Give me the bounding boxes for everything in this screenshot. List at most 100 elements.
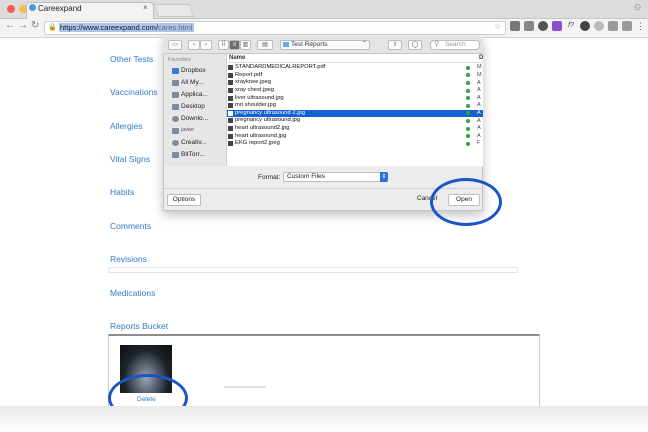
forward-icon[interactable]: → <box>18 20 28 31</box>
sidebar-item-vaccinations[interactable]: Vaccinations <box>110 87 158 97</box>
sidebar-item-reports-bucket[interactable]: Reports Bucket <box>110 321 168 331</box>
page-bottom-fade <box>0 406 648 432</box>
header-divider <box>227 62 483 63</box>
file-kind: A <box>477 94 481 101</box>
file-name: xray chest.jpeg <box>235 87 274 93</box>
upload-progress-bar <box>224 386 266 388</box>
creative-cloud-icon <box>172 140 179 146</box>
file-name: mri shoulder.jpg <box>235 102 276 109</box>
file-kind: A <box>477 87 481 94</box>
file-icon <box>228 80 233 86</box>
sidebar-toggle-icon[interactable]: ▭ <box>168 40 182 50</box>
file-icon <box>228 95 233 101</box>
file-icon <box>228 72 233 78</box>
menu-icon[interactable]: ⋮ <box>636 21 645 32</box>
extension-icon[interactable] <box>594 21 604 31</box>
column-view-icon[interactable]: ▥ <box>240 40 251 50</box>
extension-icon[interactable] <box>510 21 520 31</box>
back-icon[interactable]: ‹ <box>188 40 200 50</box>
search-icon: ⚲ <box>434 41 440 48</box>
date-column-header[interactable]: D <box>479 55 483 61</box>
lock-icon: 🔒 <box>48 24 57 31</box>
profile-icon[interactable]: ⚇ <box>634 3 641 12</box>
file-icon <box>228 126 233 131</box>
cloud-extension-icon[interactable] <box>580 21 590 31</box>
file-name: STANDARDMEDICALREPORT.pdf <box>235 64 326 71</box>
tab-title: Careexpand <box>38 4 82 13</box>
back-icon[interactable]: ← <box>5 20 15 31</box>
file-kind: A <box>477 110 481 116</box>
file-icon <box>228 65 233 71</box>
careexpand-favicon-icon <box>29 4 36 11</box>
sidebar-item-all-my-files[interactable]: All My... <box>181 79 204 86</box>
arrange-icon[interactable]: ▤ <box>257 40 273 50</box>
file-kind: A <box>477 79 481 86</box>
bittorrent-icon <box>172 152 179 158</box>
chevron-updown-icon: ⌃ <box>362 41 368 47</box>
sidebar-item-bittorrent[interactable]: BitTorr... <box>181 151 205 158</box>
sidebar-item-revisions[interactable]: Revisions <box>110 254 147 264</box>
url-host: https://www.careexpand.com/ <box>60 23 158 32</box>
sidebar-item-dropbox[interactable]: Dropbox <box>181 67 206 74</box>
file-kind: A <box>477 102 481 109</box>
sidebar-item-vital-signs[interactable]: Vital Signs <box>110 154 150 164</box>
icon-view-icon[interactable]: ⠿ <box>218 40 229 50</box>
sync-status-icon <box>466 141 470 146</box>
sidebar-item-allergies[interactable]: Allergies <box>110 121 143 131</box>
file-icon <box>228 88 233 93</box>
sidebar-item-comments[interactable]: Comments <box>110 221 151 231</box>
sync-status-icon <box>466 103 470 108</box>
all-files-icon <box>172 80 179 86</box>
sidebar-item-downloads[interactable]: Downlo... <box>181 115 208 122</box>
extension-icon[interactable] <box>608 21 618 31</box>
file-icon <box>228 133 233 139</box>
file-name: Report.pdf <box>235 71 263 78</box>
format-label: Format: <box>258 174 281 181</box>
sidebar-item-other-tests[interactable]: Other Tests <box>110 54 153 64</box>
url-text[interactable]: https://www.careexpand.com/cares.html <box>59 23 194 32</box>
dropbox-icon <box>172 68 179 74</box>
list-view-icon[interactable]: ≡ <box>229 40 240 50</box>
file-name: xrayknee.jpeg <box>235 79 272 86</box>
chevron-updown-icon[interactable]: ⇕ <box>380 172 388 182</box>
file-name: EKG report2.jpeg <box>235 140 280 147</box>
file-row[interactable] <box>227 72 483 80</box>
sync-status-icon <box>466 119 470 123</box>
file-icon <box>228 118 233 124</box>
extension-icon[interactable] <box>552 21 562 31</box>
file-icon <box>228 141 233 147</box>
sync-status-icon <box>466 88 470 93</box>
sidebar-item-creative-cloud[interactable]: Creativ... <box>181 139 207 146</box>
extension-icon[interactable]: f? <box>566 21 576 31</box>
url-path: cares.html <box>157 23 193 32</box>
search-placeholder: Search <box>445 41 466 48</box>
extension-icon[interactable] <box>538 21 548 31</box>
sync-status-icon <box>466 126 470 131</box>
sidebar-item-medications[interactable]: Medications <box>110 288 155 298</box>
sync-status-icon <box>466 65 470 70</box>
format-value: Custom Files <box>287 173 325 180</box>
extension-icon[interactable] <box>524 21 534 31</box>
options-button[interactable]: Options <box>167 194 201 206</box>
forward-icon[interactable]: › <box>200 40 212 50</box>
sidebar-item-applications[interactable]: Applica... <box>181 91 208 98</box>
tab-close-icon[interactable]: × <box>143 3 148 12</box>
share-icon[interactable]: ⇧ <box>388 40 402 50</box>
file-name: pregnancy ultrasound.jpg <box>235 117 301 124</box>
close-window-button[interactable] <box>7 5 15 13</box>
file-icon <box>228 103 233 109</box>
extension-icon[interactable] <box>622 21 632 31</box>
new-tab-button[interactable] <box>153 4 195 17</box>
tag-icon[interactable]: ◯ <box>408 40 422 50</box>
name-column-header[interactable]: Name <box>229 55 245 61</box>
sidebar-item-habits[interactable]: Habits <box>110 187 134 197</box>
sidebar-item-home[interactable]: javier <box>181 127 194 133</box>
reload-icon[interactable]: ↻ <box>31 20 39 31</box>
file-kind: M <box>477 72 482 78</box>
bookmark-star-icon[interactable]: ☆ <box>494 22 501 31</box>
file-kind: A <box>477 125 481 132</box>
sidebar-item-desktop[interactable]: Desktop <box>181 103 205 110</box>
file-icon <box>228 110 233 116</box>
applications-icon <box>172 92 179 98</box>
file-name: pregnancy ultrasound 2.jpg <box>235 109 305 116</box>
